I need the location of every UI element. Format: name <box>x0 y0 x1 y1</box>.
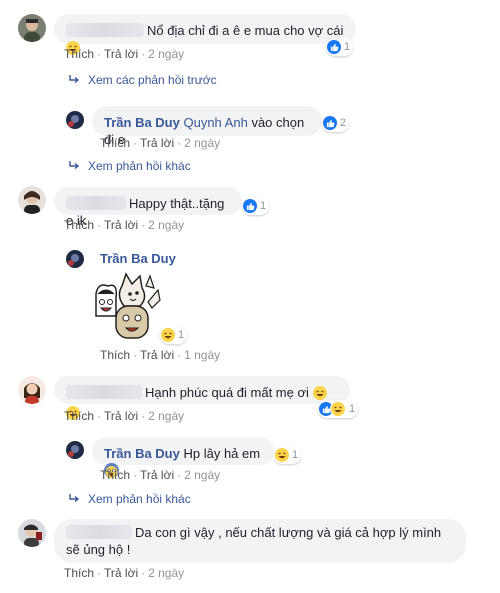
comment-bubble: Happy thật..tặng e ik <box>54 187 242 228</box>
reaction-summary[interactable]: 1 <box>160 326 188 344</box>
reply-link[interactable]: Trả lời <box>104 218 138 232</box>
comment-actions: Thích · Trả lời · 2 ngày <box>64 409 185 423</box>
timestamp: 2 ngày <box>148 566 185 580</box>
reply-author[interactable]: Trần Ba Duy <box>100 251 176 266</box>
commenter-avatar-image <box>18 14 46 42</box>
comment-actions: Thích · Trả lời · 2 ngày <box>64 218 185 232</box>
timestamp: 2 ngày <box>148 218 185 232</box>
reply-link[interactable]: Trả lời <box>140 348 174 362</box>
reaction-summary[interactable]: 1 <box>242 197 270 215</box>
view-more-replies-link[interactable]: Xem phản hồi khác <box>68 492 191 506</box>
reaction-count: 1 <box>260 200 267 212</box>
comment-bubble: Nổ địa chỉ đi a ê e mua cho vợ cái <box>54 14 356 55</box>
comment-bubble: Da con gì vậy , nếu chất lượng và giá cả… <box>54 519 466 563</box>
like-link[interactable]: Thích <box>100 468 130 482</box>
reply-actions: Thích · Trả lời · 1 ngày <box>100 348 221 362</box>
like-link[interactable]: Thích <box>100 348 130 362</box>
commenter-avatar[interactable] <box>18 376 46 404</box>
comment-text: Nổ địa chỉ đi a ê e mua cho vợ cái <box>147 23 344 38</box>
reaction-count: 1 <box>344 41 351 53</box>
comment-actions: Thích · Trả lời · 2 ngày <box>64 566 185 580</box>
redacted-name <box>66 23 144 37</box>
reply-bubble: Trần Ba Duy Quynh Anh vào chọn đi e <box>92 106 322 147</box>
like-link[interactable]: Thích <box>64 47 94 61</box>
haha-reaction-icon <box>330 401 346 417</box>
commenter-avatar[interactable] <box>18 519 46 547</box>
like-link[interactable]: Thích <box>64 566 94 580</box>
reply-author[interactable]: Trần Ba Duy <box>104 446 180 461</box>
commenter-avatar-image <box>18 376 46 404</box>
reply-arrow-icon <box>69 494 80 503</box>
reaction-summary[interactable]: 1 <box>326 38 354 56</box>
replier-avatar-image <box>66 250 84 268</box>
view-more-replies-link[interactable]: Xem phản hồi khác <box>68 159 191 173</box>
reply-arrow-icon <box>69 161 80 170</box>
reply-link[interactable]: Trả lời <box>140 136 174 150</box>
redacted-name <box>66 385 142 399</box>
reply-link[interactable]: Trả lời <box>104 47 138 61</box>
replier-avatar[interactable] <box>66 250 84 268</box>
reaction-count: 2 <box>340 117 347 129</box>
couple-sticker-icon <box>95 272 161 339</box>
reaction-count: 1 <box>178 329 185 341</box>
commenter-avatar-image <box>18 519 46 547</box>
reply-link[interactable]: Trả lời <box>104 566 138 580</box>
reply-arrow-icon <box>69 75 80 84</box>
comment-text: Hạnh phúc quá đi mất mẹ ơi <box>145 385 309 400</box>
reply-author[interactable]: Trần Ba Duy <box>104 115 180 130</box>
reply-bubble: Trần Ba Duy Hp lây hả em <box>92 437 274 478</box>
reply-actions: Thích · Trả lời · 2 ngày <box>100 468 221 482</box>
like-reaction-icon <box>323 116 337 130</box>
like-link[interactable]: Thích <box>100 136 130 150</box>
reaction-count: 1 <box>292 449 299 461</box>
comment-actions: Thích · Trả lời · 2 ngày <box>64 47 185 61</box>
like-link[interactable]: Thích <box>64 409 94 423</box>
sticker-image[interactable] <box>86 272 164 344</box>
haha-reaction-icon <box>275 448 289 462</box>
reply-actions: Thích · Trả lời · 2 ngày <box>100 136 221 150</box>
reaction-summary[interactable]: 1 <box>274 446 302 464</box>
mention-link[interactable]: Quynh Anh <box>183 115 247 130</box>
commenter-avatar[interactable] <box>18 186 46 214</box>
reply-link[interactable]: Trả lời <box>104 409 138 423</box>
redacted-name <box>66 525 132 539</box>
timestamp: 2 ngày <box>148 409 185 423</box>
view-previous-replies-link[interactable]: Xem các phản hồi trước <box>68 73 217 87</box>
reaction-summary[interactable]: 2 <box>322 114 350 132</box>
timestamp: 1 ngày <box>184 348 221 362</box>
commenter-avatar-image <box>18 186 46 214</box>
timestamp: 2 ngày <box>184 136 221 150</box>
timestamp: 2 ngày <box>148 47 185 61</box>
timestamp: 2 ngày <box>184 468 221 482</box>
reply-link[interactable]: Trả lời <box>140 468 174 482</box>
replier-avatar[interactable] <box>66 111 84 129</box>
like-reaction-icon <box>243 199 257 213</box>
replier-avatar-image <box>66 111 84 129</box>
redacted-name <box>66 196 126 210</box>
reply-text: Hp lây hả em <box>183 446 261 461</box>
replier-avatar-image <box>66 441 84 459</box>
comment-bubble: Hạnh phúc quá đi mất mẹ ơi <box>54 376 350 420</box>
replier-avatar[interactable] <box>66 441 84 459</box>
reaction-summary[interactable]: 1 <box>318 400 359 418</box>
like-reaction-icon <box>327 40 341 54</box>
like-link[interactable]: Thích <box>64 218 94 232</box>
haha-reaction-icon <box>161 328 175 342</box>
commenter-avatar[interactable] <box>18 14 46 42</box>
reaction-count: 1 <box>349 403 356 415</box>
